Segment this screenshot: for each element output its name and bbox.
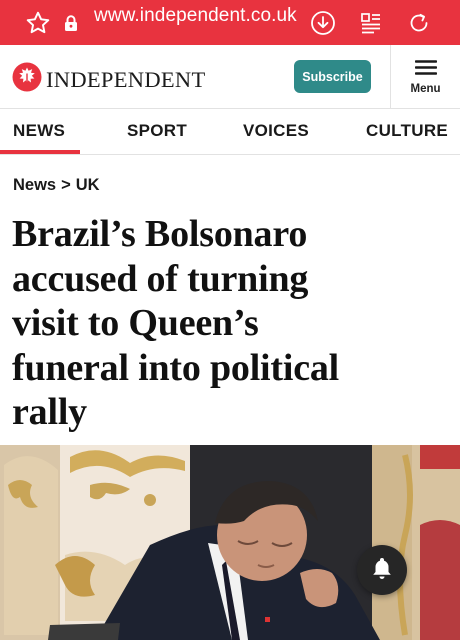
article-headline: Brazil’s Bolsonaro accused of turning vi… — [12, 212, 452, 435]
hero-image — [0, 445, 460, 640]
nav-active-indicator — [0, 150, 80, 154]
headline-line: visit to Queen’s — [12, 302, 259, 344]
headline-line: rally — [12, 391, 87, 433]
star-icon[interactable] — [24, 0, 52, 45]
nav-item-sport[interactable]: SPORT — [127, 110, 187, 154]
site-logo[interactable]: INDEPENDENT — [12, 62, 206, 97]
site-header: INDEPENDENT Subscribe Menu — [0, 45, 460, 109]
subscribe-button[interactable]: Subscribe — [294, 60, 371, 93]
breadcrumb-separator: > — [61, 176, 71, 194]
menu-label: Menu — [410, 82, 441, 95]
browser-address-bar: www.independent.co.uk — [0, 0, 460, 45]
download-icon[interactable] — [309, 0, 337, 45]
breadcrumb-uk[interactable]: UK — [76, 176, 100, 195]
hero-photo — [0, 445, 460, 640]
logo-wordmark: INDEPENDENT — [46, 66, 206, 92]
nav-item-culture[interactable]: CULTURE — [366, 110, 448, 154]
lock-icon — [63, 0, 79, 45]
menu-button[interactable]: Menu — [391, 45, 460, 109]
reload-icon[interactable] — [405, 0, 433, 45]
notifications-button[interactable] — [357, 545, 407, 595]
headline-line: Brazil’s Bolsonaro — [12, 213, 308, 255]
url-field[interactable]: www.independent.co.uk — [94, 0, 297, 45]
breadcrumb: News > UK — [13, 176, 100, 195]
headline-line: funeral into political — [12, 346, 340, 389]
eagle-icon — [12, 62, 42, 97]
nav-item-news[interactable]: NEWS — [13, 110, 65, 154]
bell-icon — [371, 556, 393, 585]
nav-item-voices[interactable]: VOICES — [243, 110, 309, 154]
reader-mode-icon[interactable] — [358, 0, 384, 45]
headline-line: accused of turning — [12, 257, 309, 300]
breadcrumb-news[interactable]: News — [13, 176, 56, 195]
section-nav: NEWS SPORT VOICES CULTURE — [0, 110, 460, 155]
hamburger-icon — [414, 59, 437, 80]
